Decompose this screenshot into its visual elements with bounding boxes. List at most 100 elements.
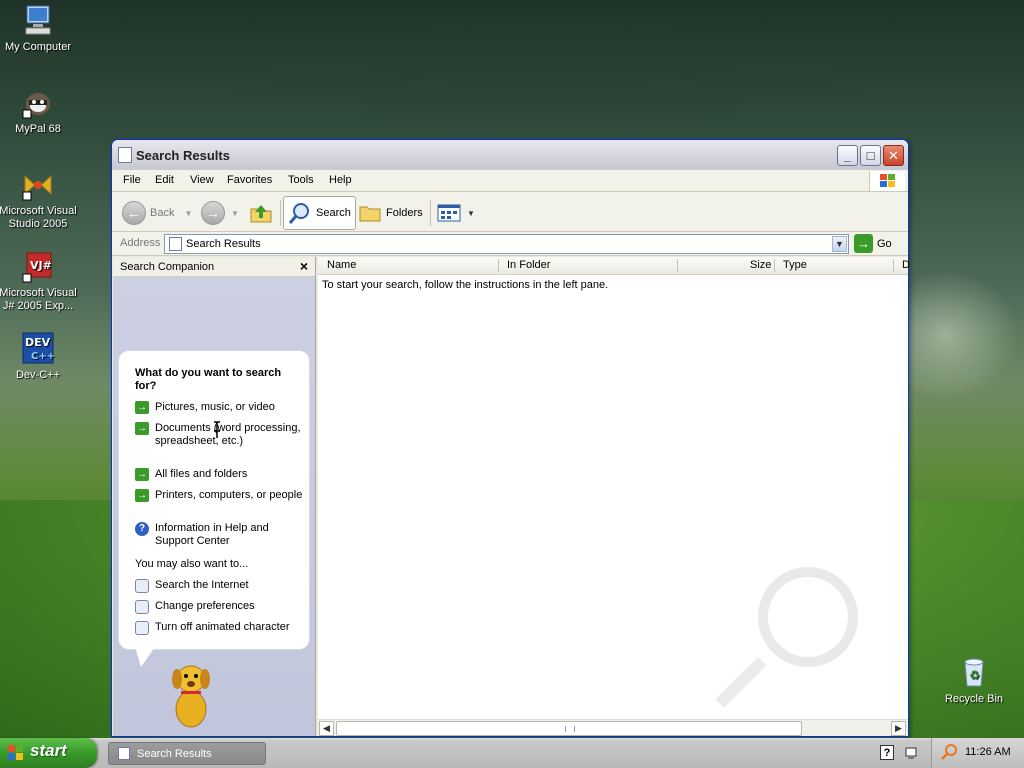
option-change-preferences[interactable]: Change preferences <box>135 600 305 614</box>
start-label: start <box>30 741 67 760</box>
green-arrow-icon: → <box>135 422 149 435</box>
desktop-icon-label: Microsoft Visual Studio 2005 <box>0 205 77 230</box>
search-internet-icon <box>135 579 149 593</box>
column-date[interactable]: D <box>902 259 910 271</box>
svg-text:VJ#: VJ# <box>30 259 52 272</box>
option-turn-off-character[interactable]: Turn off animated character <box>135 621 305 635</box>
option-label: Change preferences <box>155 600 255 612</box>
go-arrow-icon: → <box>854 234 873 253</box>
back-button[interactable]: ← Back ▼ <box>122 196 192 230</box>
desktop-icon-label: Recycle Bin <box>944 693 1004 705</box>
desktop-icon-label: Microsoft Visual J# 2005 Exp... <box>0 287 77 312</box>
mouse-cursor-icon <box>214 421 220 438</box>
network-tray-icon[interactable] <box>904 745 918 760</box>
search-tray-icon[interactable] <box>941 744 957 760</box>
go-label: Go <box>877 237 892 250</box>
maximize-icon: □ <box>866 148 875 163</box>
title-bar[interactable]: Search Results _ □ ✕ <box>112 140 908 170</box>
folders-button[interactable]: Folders <box>358 196 423 230</box>
views-dropdown-icon: ▼ <box>467 208 475 218</box>
svg-text:♻: ♻ <box>969 668 980 682</box>
option-help-support[interactable]: ? Information in Help and Support Center <box>135 522 305 548</box>
search-button[interactable]: Search <box>283 196 356 230</box>
taskbar-item-search-results[interactable]: Search Results <box>108 742 266 765</box>
maximize-button[interactable]: □ <box>860 145 881 166</box>
search-results-icon <box>118 147 132 163</box>
column-name[interactable]: Name <box>327 259 356 271</box>
menu-edit[interactable]: Edit <box>155 174 174 186</box>
desktop-icon-label: MyPal 68 <box>15 123 61 135</box>
option-printers-computers-people[interactable]: → Printers, computers, or people <box>135 489 305 502</box>
menu-file[interactable]: File <box>123 174 141 186</box>
address-input[interactable]: Search Results ▼ <box>164 234 849 254</box>
minimize-icon: _ <box>843 148 852 163</box>
desktop-icon-recycle-bin[interactable]: ♻ Recycle Bin <box>934 656 1014 706</box>
back-arrow-icon: ← <box>122 201 146 225</box>
folder-icon <box>359 206 381 222</box>
views-button[interactable]: ▼ <box>437 196 475 230</box>
minimize-button[interactable]: _ <box>837 145 858 166</box>
column-type[interactable]: Type <box>783 259 807 271</box>
help-icon: ? <box>135 522 149 536</box>
option-search-internet[interactable]: Search the Internet <box>135 579 305 593</box>
option-pictures-music-video[interactable]: → Pictures, music, or video <box>135 401 305 414</box>
visual-jsharp-icon: VJ# <box>21 250 55 284</box>
help-tray-icon[interactable]: ? <box>880 745 894 760</box>
scroll-right-button[interactable]: ▶ <box>891 721 906 736</box>
menu-view[interactable]: View <box>190 174 214 186</box>
option-label: Turn off animated character <box>155 621 290 633</box>
start-button[interactable]: start <box>0 738 97 768</box>
scroll-left-button[interactable]: ◀ <box>319 721 334 736</box>
search-results-window: Search Results _ □ ✕ File Edit View Favo… <box>111 139 910 737</box>
address-bar: Address Search Results ▼ → Go <box>112 232 908 256</box>
recycle-bin-icon: ♻ <box>957 656 991 690</box>
forward-button[interactable]: → ▼ <box>201 196 239 230</box>
column-divider[interactable] <box>774 259 775 272</box>
animated-character-icon <box>135 621 149 635</box>
views-icon <box>437 204 461 222</box>
menu-tools[interactable]: Tools <box>288 174 314 186</box>
go-button[interactable]: → Go <box>854 234 892 253</box>
clock[interactable]: 11:26 AM <box>965 746 1011 758</box>
search-dog-character[interactable] <box>163 659 219 729</box>
green-arrow-icon: → <box>135 468 149 481</box>
menu-help[interactable]: Help <box>329 174 352 186</box>
column-divider[interactable] <box>498 259 499 272</box>
scroll-grip-icon <box>565 726 575 732</box>
desktop-icon-my-computer[interactable]: My Computer <box>0 4 78 54</box>
green-arrow-icon: → <box>135 489 149 502</box>
desktop-icon-visual-jsharp[interactable]: VJ# Microsoft Visual J# 2005 Exp... <box>0 250 78 313</box>
menu-favorites[interactable]: Favorites <box>227 174 272 186</box>
column-size[interactable]: Size <box>750 259 771 271</box>
column-divider[interactable] <box>893 259 894 272</box>
green-arrow-icon: → <box>135 401 149 414</box>
scroll-thumb[interactable] <box>336 721 802 736</box>
windows-flag-icon <box>8 745 23 760</box>
desktop-icon-mypal[interactable]: MyPal 68 <box>0 86 78 136</box>
taskbar: start Search Results ? 11:26 AM <box>0 738 1024 768</box>
svg-text:DEV: DEV <box>25 336 51 349</box>
column-in-folder[interactable]: In Folder <box>507 259 550 271</box>
watermark-magnifier-handle <box>715 657 767 708</box>
address-label: Address <box>120 237 161 249</box>
option-label: Search the Internet <box>155 579 249 591</box>
up-folder-button[interactable] <box>249 196 273 230</box>
desktop-icon-visual-studio[interactable]: Microsoft Visual Studio 2005 <box>0 168 78 231</box>
close-button[interactable]: ✕ <box>883 145 904 166</box>
search-question: What do you want to search for? <box>135 367 282 392</box>
horizontal-scrollbar[interactable]: ◀ ▶ <box>318 719 908 736</box>
column-divider[interactable] <box>677 259 678 272</box>
desktop-icon-label: My Computer <box>4 41 72 53</box>
forward-dropdown-icon: ▼ <box>231 208 239 218</box>
search-companion-title: Search Companion <box>120 261 215 273</box>
taskbar-item-label: Search Results <box>137 748 212 760</box>
desktop-icon-devcpp[interactable]: DEV C++ Dev-C++ <box>0 332 78 382</box>
close-pane-icon[interactable]: × <box>300 258 308 274</box>
address-dropdown-button[interactable]: ▼ <box>832 236 847 252</box>
column-header: Name In Folder Size Type D <box>318 257 910 275</box>
search-results-icon <box>169 237 182 251</box>
wallpaper-cloud <box>200 0 900 140</box>
up-folder-icon <box>250 205 272 223</box>
option-all-files-folders[interactable]: → All files and folders <box>135 468 305 481</box>
menu-bar: File Edit View Favorites Tools Help <box>112 170 908 192</box>
